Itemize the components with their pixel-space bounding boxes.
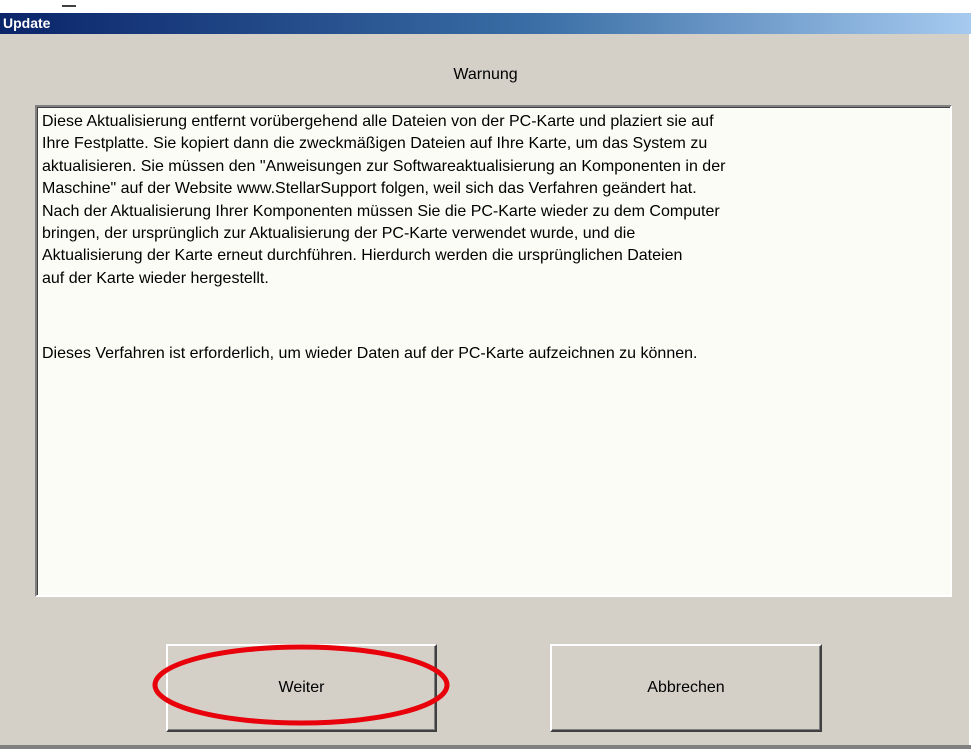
warning-heading: Warnung	[453, 66, 518, 83]
window-title: Update	[3, 15, 51, 31]
cancel-button-label: Abbrechen	[647, 679, 725, 696]
window-bottom-edge	[0, 745, 971, 749]
update-dialog-window: Update Warnung Diese Aktualisierung entf…	[0, 0, 971, 749]
top-strip	[0, 0, 971, 13]
message-paragraph-1: Diese Aktualisierung entfernt vorübergeh…	[42, 113, 726, 287]
warning-message-box[interactable]: Diese Aktualisierung entfernt vorübergeh…	[35, 105, 952, 597]
background-window-edge	[62, 5, 76, 7]
continue-button-label: Weiter	[278, 679, 325, 696]
message-paragraph-2: Dieses Verfahren ist erforderlich, um wi…	[42, 345, 698, 362]
title-bar[interactable]: Update	[0, 13, 971, 34]
cancel-button[interactable]: Abbrechen	[550, 644, 822, 732]
continue-button[interactable]: Weiter	[166, 644, 437, 732]
